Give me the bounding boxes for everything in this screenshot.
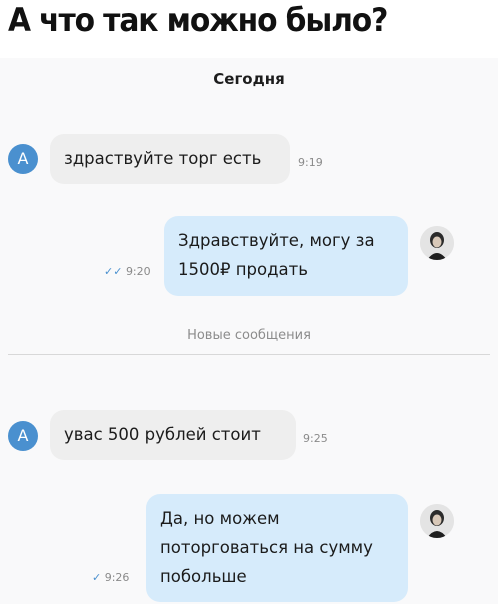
message-status: ✓✓ 9:20 [104, 265, 151, 278]
message-text: здраствуйте торг есть [64, 149, 262, 168]
outgoing-message[interactable]: Здравствуйте, могу за 1500₽ продать [164, 216, 408, 296]
message-time: 9:20 [125, 265, 151, 278]
contact-avatar[interactable]: А [8, 421, 38, 451]
message-text: увас 500 рублей стоит [64, 425, 261, 444]
message-line: побольше [160, 567, 247, 586]
message-line: Здравствуйте, могу за [178, 231, 375, 250]
message-line: Да, но можем [160, 509, 280, 528]
user-photo-icon [420, 226, 454, 260]
user-photo-icon [420, 504, 454, 538]
incoming-message[interactable]: здраствуйте торг есть [50, 134, 290, 184]
meme-caption: А что так можно было? [8, 1, 388, 39]
new-messages-label: Новые сообщения [187, 328, 311, 343]
message-time: 9:26 [104, 571, 130, 584]
user-avatar[interactable] [420, 226, 454, 260]
new-messages-divider [8, 354, 490, 355]
date-separator: Сегодня [213, 70, 285, 88]
message-line: поторговаться на сумму [160, 538, 373, 557]
contact-avatar[interactable]: А [8, 144, 38, 174]
message-time: 9:19 [298, 156, 323, 169]
read-check-icon: ✓✓ [104, 265, 123, 278]
message-time: 9:25 [303, 432, 328, 445]
user-avatar[interactable] [420, 504, 454, 538]
outgoing-message[interactable]: Да, но можем поторговаться на сумму побо… [146, 494, 408, 602]
chat-window: Сегодня А здраствуйте торг есть 9:19 ✓✓ … [0, 58, 498, 604]
message-line: 1500₽ продать [178, 260, 308, 279]
incoming-message[interactable]: увас 500 рублей стоит [50, 410, 296, 460]
message-status: ✓ 9:26 [92, 571, 129, 584]
sent-check-icon: ✓ [92, 571, 102, 584]
